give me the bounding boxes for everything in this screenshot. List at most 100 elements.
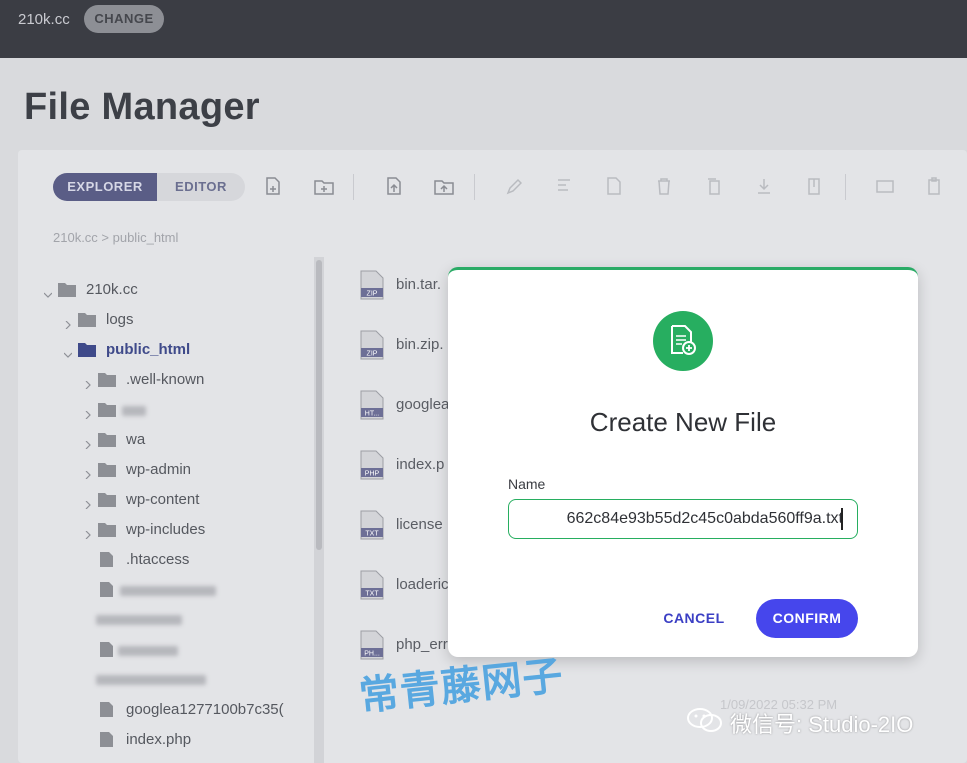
tree-item-redacted[interactable] — [84, 400, 304, 422]
edit-icon[interactable] — [556, 177, 572, 196]
php-file-icon: PHP — [360, 450, 384, 480]
tree-item-label: 210k.cc — [86, 281, 138, 298]
tree-item-redacted[interactable] — [84, 610, 304, 632]
file-name: bin.tar. — [396, 276, 442, 293]
folder-icon — [98, 522, 116, 537]
domain-name: 210k.cc — [18, 11, 70, 28]
tree-item-label: index.php — [126, 731, 192, 748]
redacted-label — [122, 406, 146, 416]
folder-icon — [78, 312, 96, 327]
chevron-down-icon — [43, 286, 53, 298]
create-file-dialog: Create New File Name CANCEL CONFIRM — [448, 267, 918, 657]
wechat-id-text: 微信号: Studio-2IO — [730, 712, 914, 737]
toolbar-divider — [845, 174, 846, 200]
tree-item-public-html[interactable]: public_html — [63, 340, 304, 362]
tree-item-label: wp-content — [126, 491, 200, 508]
tree-item-logs[interactable]: logs — [64, 310, 304, 332]
toolbar-divider — [353, 174, 354, 200]
new-file-icon[interactable] — [265, 177, 281, 196]
chevron-right-icon — [64, 316, 72, 330]
file-type-label: PHP — [365, 471, 380, 478]
tree-item-wp-content[interactable]: wp-content — [84, 490, 304, 512]
html-file-icon: HT... — [360, 390, 384, 420]
archive-icon[interactable] — [806, 177, 822, 196]
file-name: index.p — [396, 456, 445, 473]
tree-item-label: .well-known — [126, 371, 205, 388]
file-name: license — [396, 516, 443, 533]
upload-file-icon[interactable] — [386, 177, 402, 196]
file-type-label: PH... — [364, 651, 380, 658]
new-file-icon — [653, 311, 713, 371]
chevron-right-icon — [84, 406, 92, 420]
txt-file-icon: TXT — [360, 570, 384, 600]
rename-icon[interactable] — [506, 177, 523, 196]
dialog-title: Create New File — [589, 407, 777, 437]
chevron-down-icon — [63, 346, 73, 358]
folder-icon — [58, 282, 76, 297]
toolbar-divider — [474, 174, 475, 200]
file-icon — [100, 582, 113, 597]
tree-item-label: googlea1277100b7c35( — [126, 701, 284, 718]
file-name: bin.zip. — [396, 336, 444, 353]
tree-item-label: wp-admin — [126, 461, 192, 478]
tree-item-wp-includes[interactable]: wp-includes — [84, 520, 304, 542]
chevron-right-icon — [84, 466, 92, 480]
breadcrumb: 210k.cc > public_html — [53, 230, 179, 245]
tree-item-label: .htaccess — [126, 551, 190, 568]
file-icon — [100, 552, 113, 567]
folder-open-icon — [78, 342, 96, 357]
redacted-label — [96, 615, 182, 625]
tree-item-label: public_html — [106, 341, 191, 358]
tab-explorer[interactable]: EXPLORER — [53, 173, 157, 201]
file-name: googlea — [396, 396, 450, 413]
chevron-right-icon — [84, 526, 92, 540]
move-icon[interactable] — [606, 177, 622, 196]
tree-item-htaccess[interactable]: .htaccess — [84, 550, 304, 572]
file-icon — [100, 642, 113, 657]
tree-item-redacted[interactable] — [84, 640, 304, 662]
delete-icon[interactable] — [656, 177, 672, 196]
tree-item-label: wp-includes — [126, 521, 206, 538]
tree-item-index[interactable]: index.php — [84, 730, 304, 752]
page-title: File Manager — [24, 86, 260, 128]
chevron-right-icon — [84, 496, 92, 510]
file-icon — [100, 732, 113, 747]
tree-item-wa[interactable]: wa — [84, 430, 304, 452]
zip-file-icon: ZIP — [360, 270, 384, 300]
cancel-button[interactable]: CANCEL — [658, 606, 730, 630]
tree-item-googlea[interactable]: googlea1277100b7c35( — [84, 700, 299, 722]
tree-scrollbar-thumb[interactable] — [316, 260, 322, 550]
zip-file-icon: ZIP — [360, 330, 384, 360]
name-field-label: Name — [508, 476, 546, 492]
clipboard-icon[interactable] — [926, 177, 942, 196]
text-cursor — [841, 508, 843, 530]
folder-icon — [98, 432, 116, 447]
txt-file-icon: TXT — [360, 510, 384, 540]
folder-icon — [98, 462, 116, 477]
file-name: loaderic — [396, 576, 449, 593]
redacted-label — [96, 675, 206, 685]
copy-icon[interactable] — [706, 177, 722, 196]
new-folder-icon[interactable] — [314, 177, 334, 196]
upload-folder-icon[interactable] — [434, 177, 454, 196]
download-icon[interactable] — [756, 177, 772, 196]
file-type-label: HT... — [365, 411, 379, 418]
tree-item-redacted[interactable] — [84, 670, 304, 692]
change-domain-button[interactable]: CHANGE — [84, 5, 164, 33]
file-type-label: TXT — [365, 591, 379, 598]
tree-item-label: logs — [106, 311, 134, 328]
permissions-icon[interactable] — [876, 177, 894, 196]
file-name-input[interactable] — [508, 499, 858, 539]
wechat-icon — [686, 707, 724, 733]
redacted-label — [118, 646, 178, 656]
tree-item-redacted[interactable] — [84, 580, 304, 602]
tree-item-root[interactable]: 210k.cc — [43, 280, 304, 302]
file-type-label: TXT — [365, 531, 379, 538]
tree-item-label: wa — [126, 431, 146, 448]
chevron-right-icon — [84, 376, 92, 390]
tree-item-wp-admin[interactable]: wp-admin — [84, 460, 304, 482]
redacted-label — [120, 586, 216, 596]
confirm-button[interactable]: CONFIRM — [756, 599, 858, 638]
tab-editor[interactable]: EDITOR — [157, 173, 245, 201]
tree-item-well-known[interactable]: .well-known — [84, 370, 304, 392]
